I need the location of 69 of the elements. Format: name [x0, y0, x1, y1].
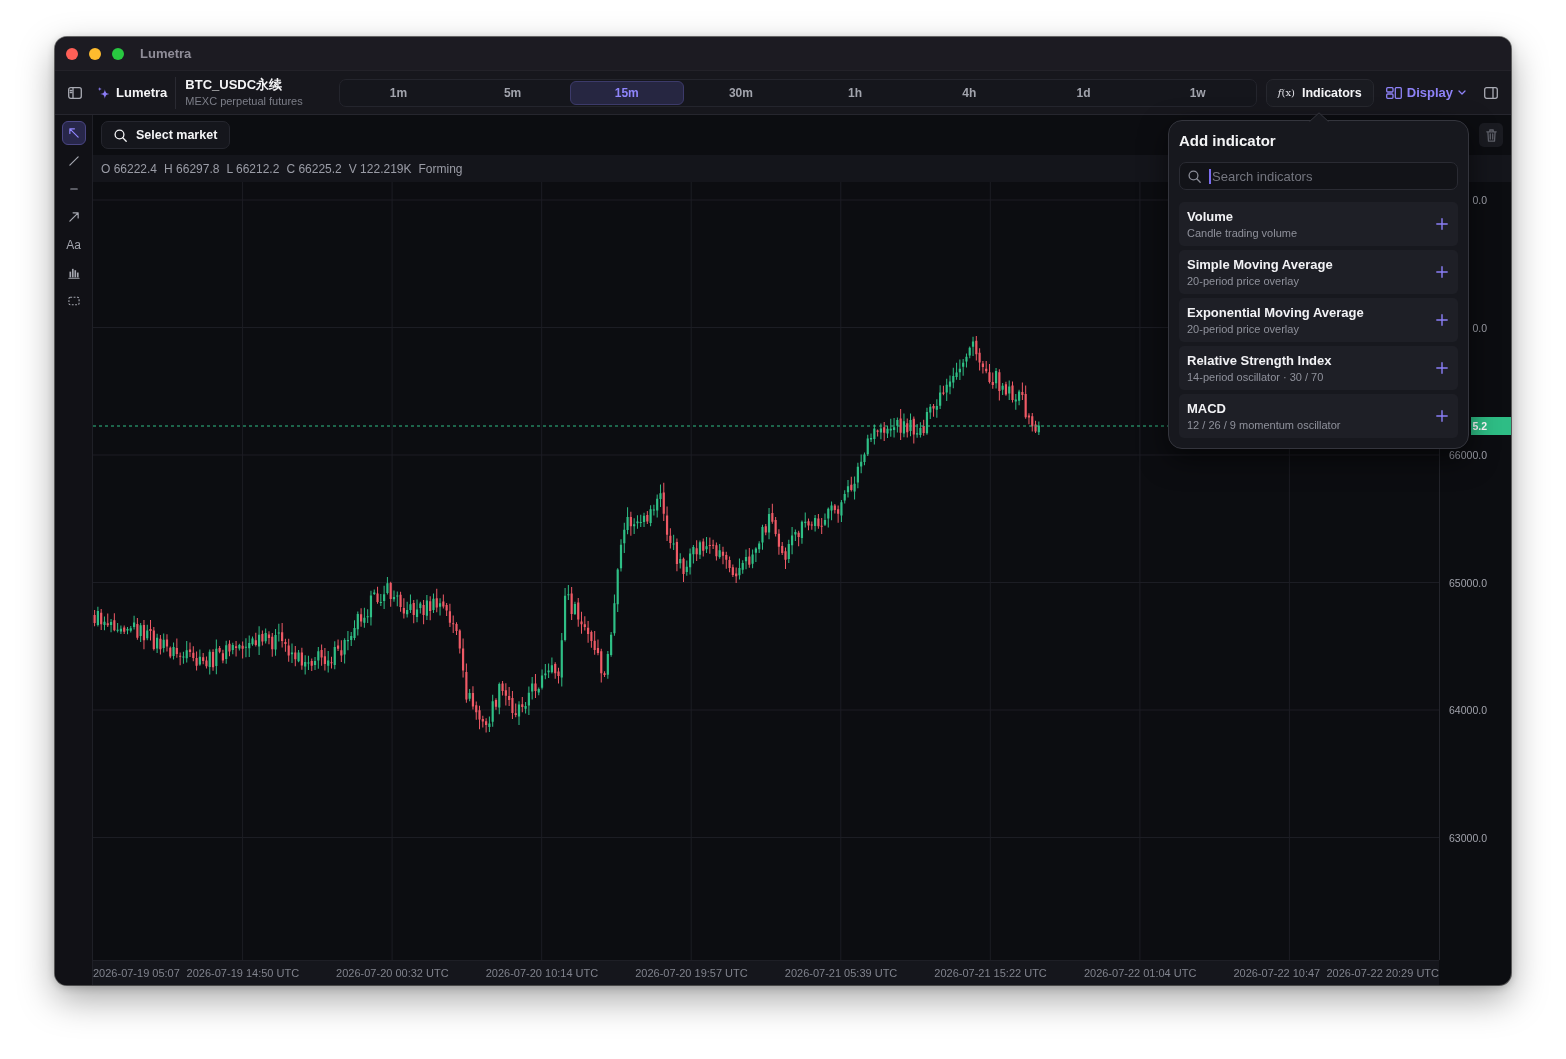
market-subtitle: MEXC perpetual futures	[185, 94, 304, 108]
popup-title: Add indicator	[1179, 131, 1277, 150]
price-axis-label: 66000.0	[1449, 448, 1487, 462]
layout-icon	[1385, 86, 1402, 99]
display-button[interactable]: Display	[1385, 78, 1466, 107]
time-axis-label: 2026-07-20 19:57 UTC	[635, 966, 748, 981]
price-axis-label: 64000.0	[1449, 703, 1487, 717]
time-axis-label: 2026-07-22 01:04 UTC	[1083, 966, 1197, 981]
trash-icon	[1485, 128, 1497, 142]
diagonal-line-icon	[67, 155, 80, 167]
last-price-tag: 5.2	[1471, 417, 1511, 435]
right-panel-toggle-icon[interactable]	[1484, 86, 1498, 99]
plus-icon[interactable]	[1436, 362, 1448, 374]
search-field[interactable]: Search indicators	[1179, 162, 1458, 190]
indicator-option[interactable]: MACD 12 / 26 / 9 momentum oscillator	[1179, 394, 1458, 438]
timeframe-tab[interactable]: 1m	[341, 80, 456, 105]
time-axis-label: 2026-07-20 10:14 UTC	[485, 966, 599, 981]
select-market-button[interactable]: Select market	[101, 121, 231, 149]
plus-icon[interactable]	[1436, 314, 1448, 326]
cursor-arrow-icon	[67, 127, 80, 139]
plus-icon[interactable]	[1436, 218, 1448, 230]
app-name: Lumetra	[116, 85, 168, 100]
timeframe-tab[interactable]: 4h	[912, 80, 1027, 105]
timeframe-tab[interactable]: 1w	[1140, 80, 1255, 105]
candle-status: Forming	[418, 161, 463, 176]
ohlc-value: C 66225.2	[286, 161, 342, 176]
delete-button[interactable]	[1479, 123, 1503, 147]
chevron-down-icon	[1458, 90, 1466, 95]
ohlc-value: O 66222.4	[101, 161, 158, 176]
time-axis-label: 2026-07-22 20:29 UTC	[1326, 966, 1439, 981]
timeframe-tab[interactable]: 15m	[569, 80, 684, 105]
indicator-option[interactable]: Exponential Moving Average 20-period price overlay	[1179, 298, 1458, 342]
indicator-option[interactable]: Simple Moving Average 20-period price overlay	[1179, 250, 1458, 294]
ohlc-value: H 66297.8	[164, 161, 220, 176]
pointer-tool-button[interactable]	[61, 121, 86, 145]
timeframe-tab[interactable]: 1h	[798, 80, 913, 105]
market-symbol: BTC_USDC永续	[185, 77, 284, 93]
time-axis-label: 2026-07-21 05:39 UTC	[784, 966, 898, 981]
text-tool-button[interactable]: Aa	[61, 233, 86, 257]
close-window-button[interactable]	[66, 47, 78, 60]
price-axis-label: 65000.0	[1449, 575, 1487, 590]
minimize-window-button[interactable]	[89, 47, 101, 60]
search-icon	[1188, 170, 1201, 183]
sparkle-icon	[97, 85, 110, 100]
ohlc-value: L 66212.2	[226, 161, 280, 176]
time-axis-label: 2026-07-21 15:22 UTC	[934, 966, 1047, 981]
timeframe-tab[interactable]: 5m	[455, 80, 570, 105]
sidebar-toggle-icon[interactable]	[68, 86, 82, 99]
indicator-option[interactable]: Volume Candle trading volume	[1179, 202, 1458, 246]
time-axis-label: 2026-07-19 14:50 UTC	[186, 966, 300, 981]
dashed-rectangle-icon	[67, 295, 80, 307]
price-axis-label: 0.0	[1472, 193, 1487, 207]
time-axis-label: 2026-07-19 05:07	[93, 966, 180, 981]
time-axis-label: 2026-07-22 10:47	[1233, 966, 1321, 981]
maximize-window-button[interactable]	[112, 47, 124, 60]
plus-icon[interactable]	[1436, 410, 1448, 422]
window-title: Lumetra	[140, 46, 192, 61]
timeframe-tab[interactable]: 1d	[1026, 80, 1141, 105]
bar-chart-icon	[67, 267, 80, 279]
price-axis-label: 63000.0	[1449, 830, 1487, 845]
price-axis-label: 0.0	[1472, 320, 1487, 335]
time-axis-label: 2026-07-20 00:32 UTC	[336, 966, 449, 981]
indicator-option[interactable]: Relative Strength Index 14-period oscillator · 30 / 70	[1179, 346, 1458, 390]
ohlc-value: V 122.219K	[348, 161, 412, 176]
timeframe-tab[interactable]: 30m	[683, 80, 798, 105]
search-icon	[114, 128, 127, 142]
plus-icon[interactable]	[1436, 266, 1448, 278]
indicators-button[interactable]: f(x) Indicators	[1265, 78, 1374, 107]
arrow-icon	[67, 211, 80, 223]
